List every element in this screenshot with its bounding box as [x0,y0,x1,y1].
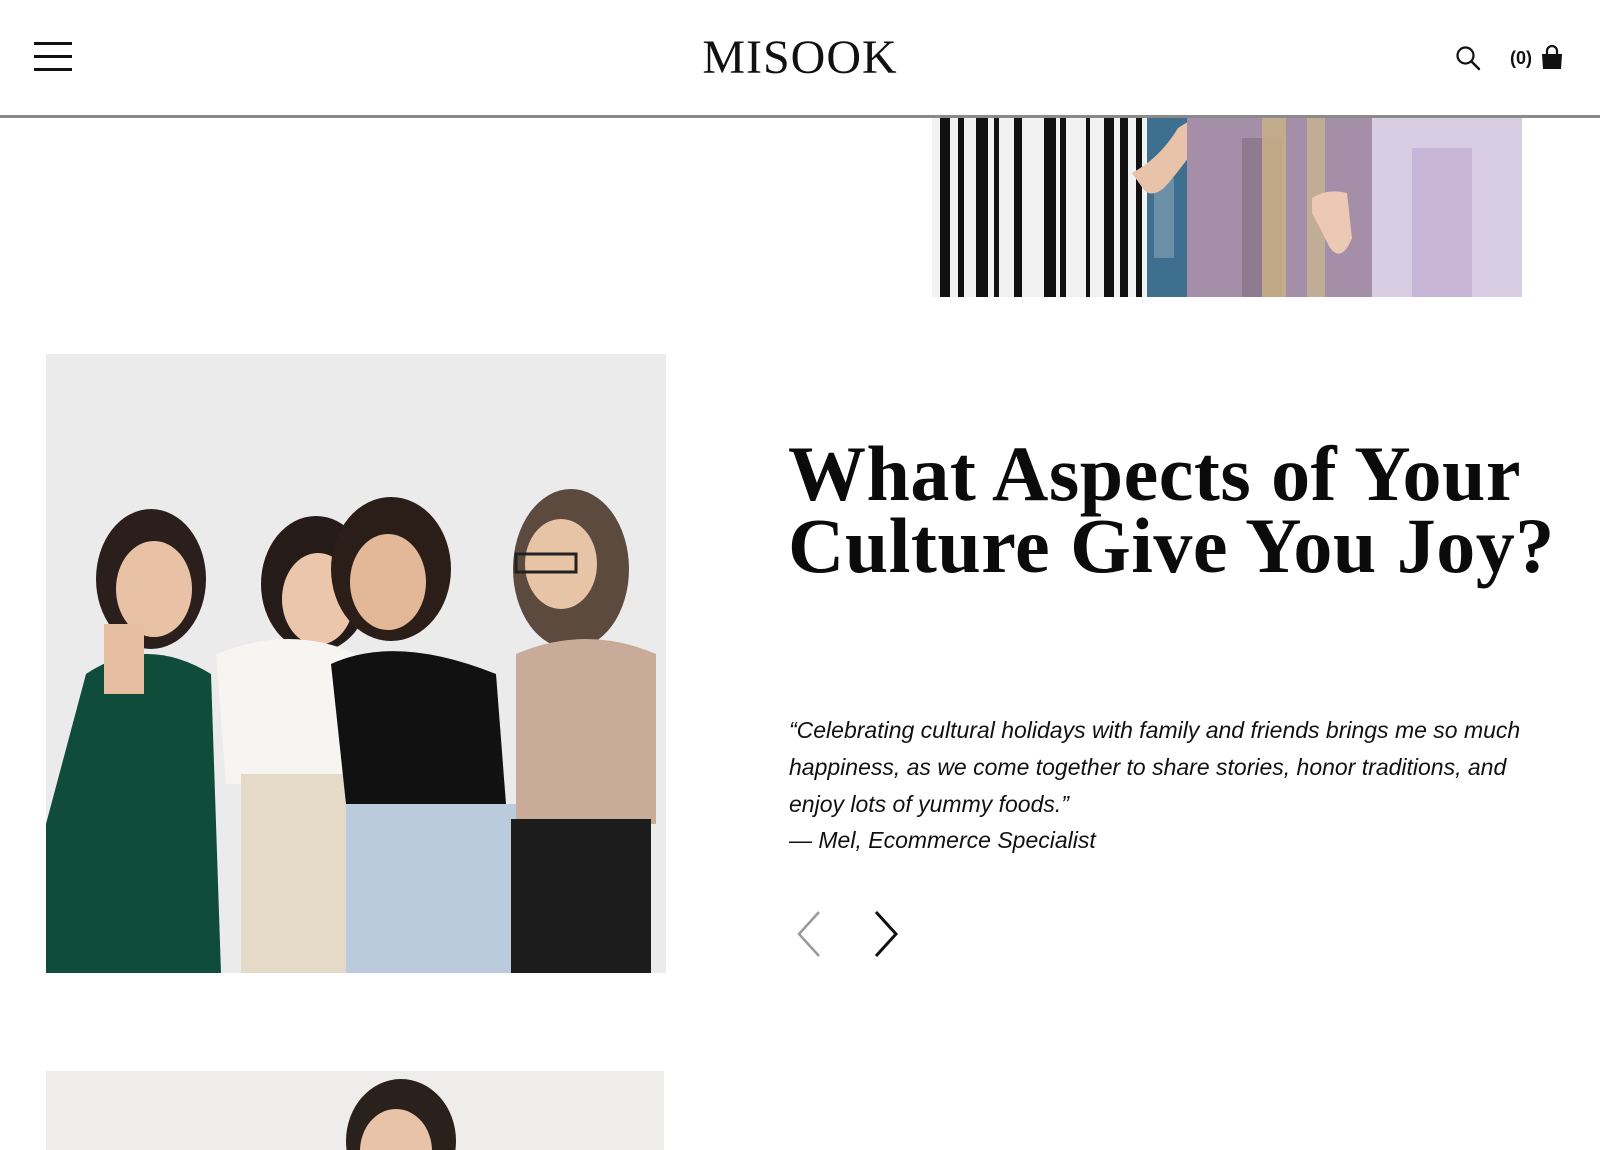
chevron-right-icon [874,910,899,958]
testimonial-attribution: — Mel, Ecommerce Specialist [789,827,1096,853]
cart-count: (0) [1510,47,1532,68]
site-header: MISOOK (0) [0,0,1600,118]
next-team-photo-art [46,1071,664,1150]
chevron-left-icon [797,911,820,957]
carousel-next-button[interactable] [868,908,904,960]
logo-link[interactable]: MISOOK [0,32,1600,84]
testimonial-quote: “Celebrating cultural holidays with fami… [789,717,1521,817]
team-photo [46,354,666,973]
team-photo-art [46,354,666,973]
next-team-photo [46,1071,664,1150]
logo-text: MISOOK [702,31,898,84]
carousel-prev-button[interactable] [793,908,829,960]
feature-heading: What Aspects of Your Culture Give You Jo… [788,430,1555,589]
fabric-photo-art [932,118,1552,297]
search-button[interactable] [1455,45,1481,71]
shopping-bag-icon [1542,45,1562,69]
cart-button[interactable]: (0) [1510,44,1564,72]
search-icon [1456,46,1481,71]
fabric-photo [932,118,1552,297]
